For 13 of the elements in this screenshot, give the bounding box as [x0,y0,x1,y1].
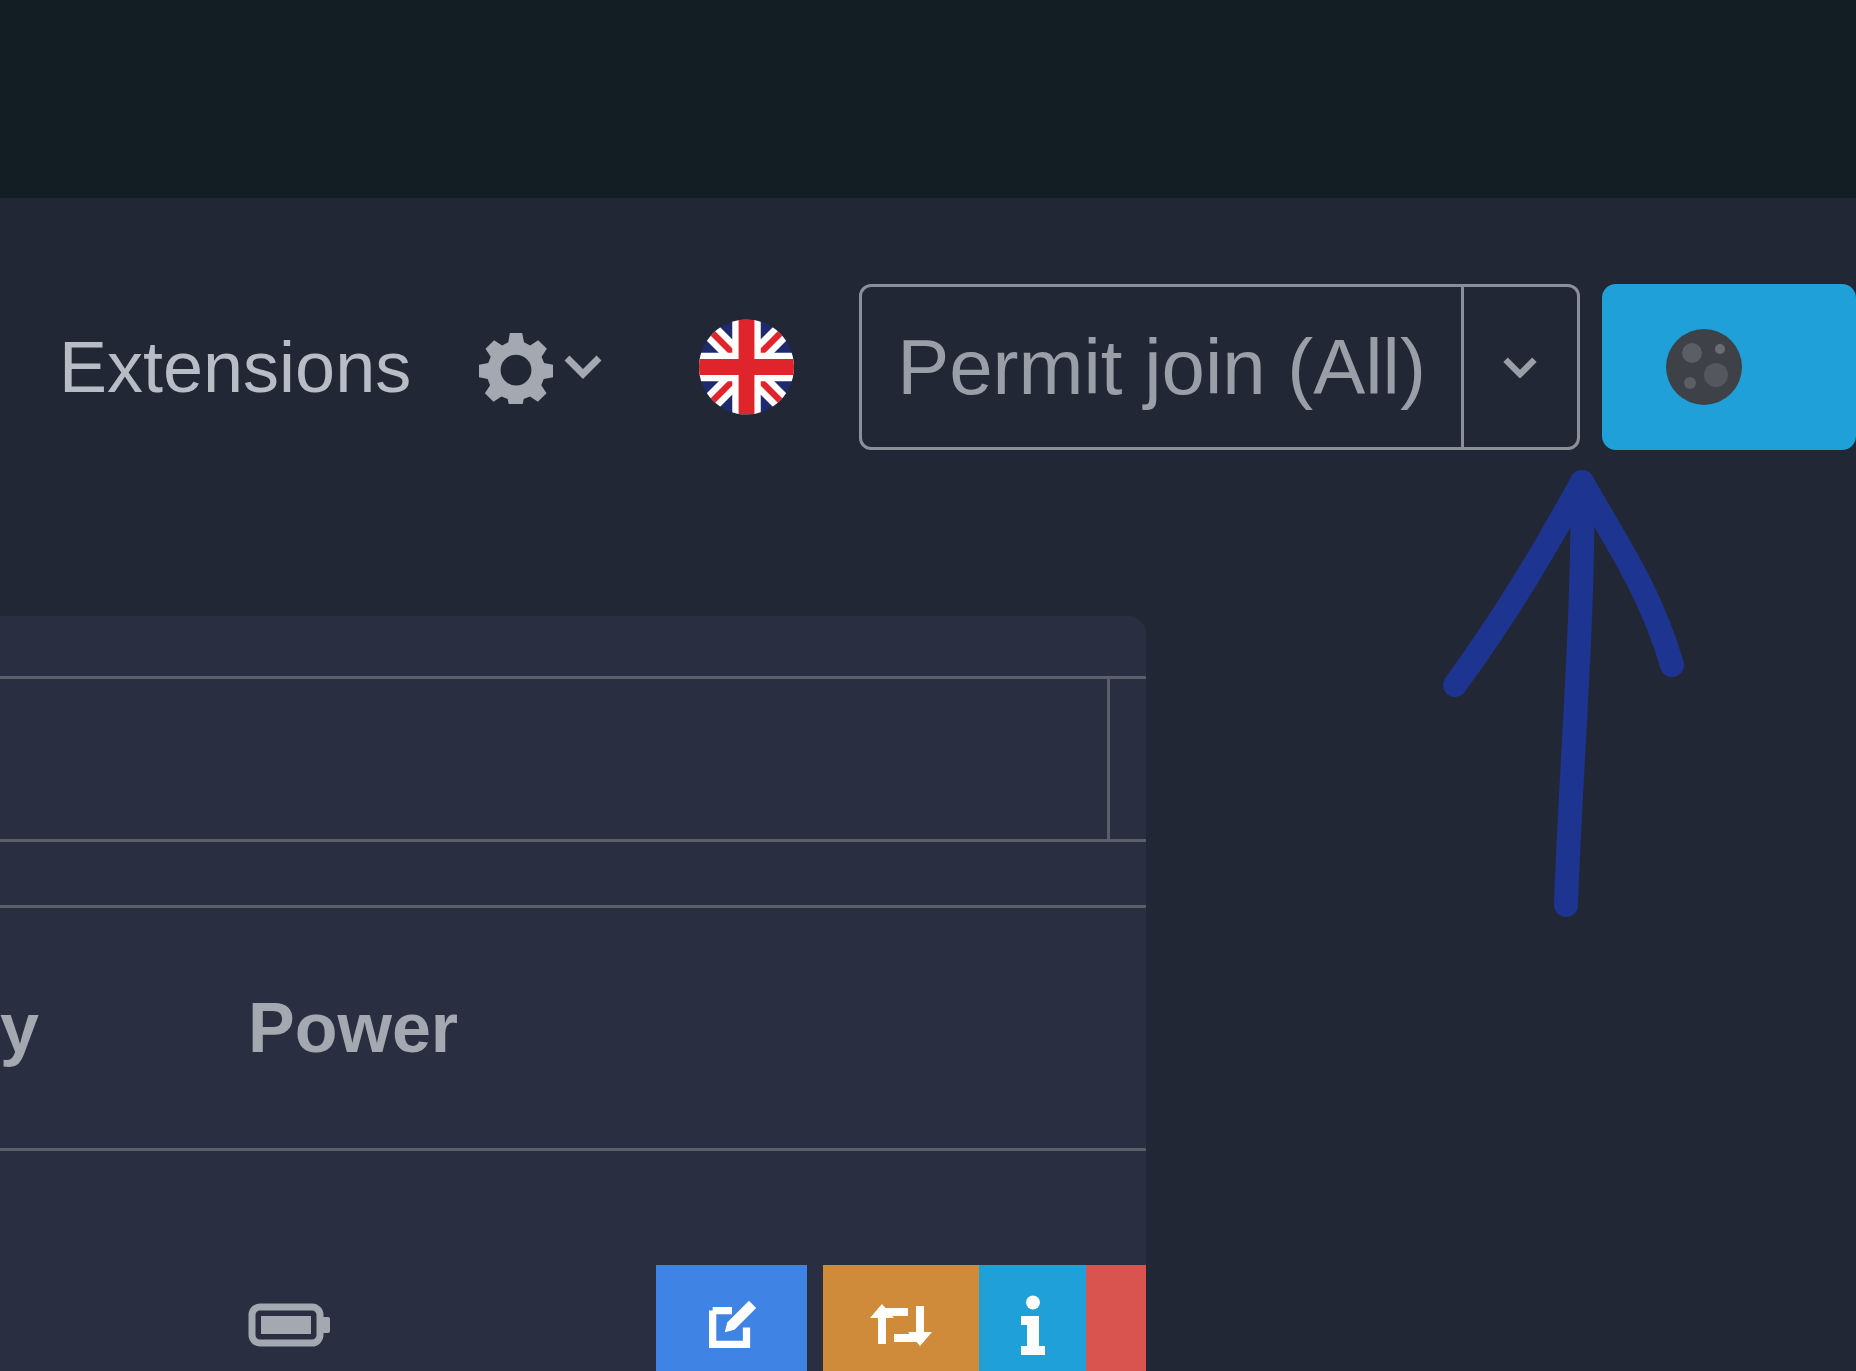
info-button[interactable] [979,1265,1086,1371]
column-header[interactable]: Power [248,988,1146,1068]
theme-button[interactable] [1601,284,1856,450]
settings-icon[interactable] [479,330,554,404]
moon-icon [1663,327,1744,407]
permit-join-button[interactable]: Permit join (All) [859,284,1580,450]
nav-link[interactable]: Extensions [59,326,412,408]
chevron-down-icon [1502,356,1539,378]
rename-button[interactable] [823,1265,979,1371]
chevron-down-icon[interactable] [563,354,604,380]
edit-button[interactable] [656,1265,807,1371]
column-header[interactable]: y [0,988,248,1068]
battery-icon [248,1303,332,1347]
